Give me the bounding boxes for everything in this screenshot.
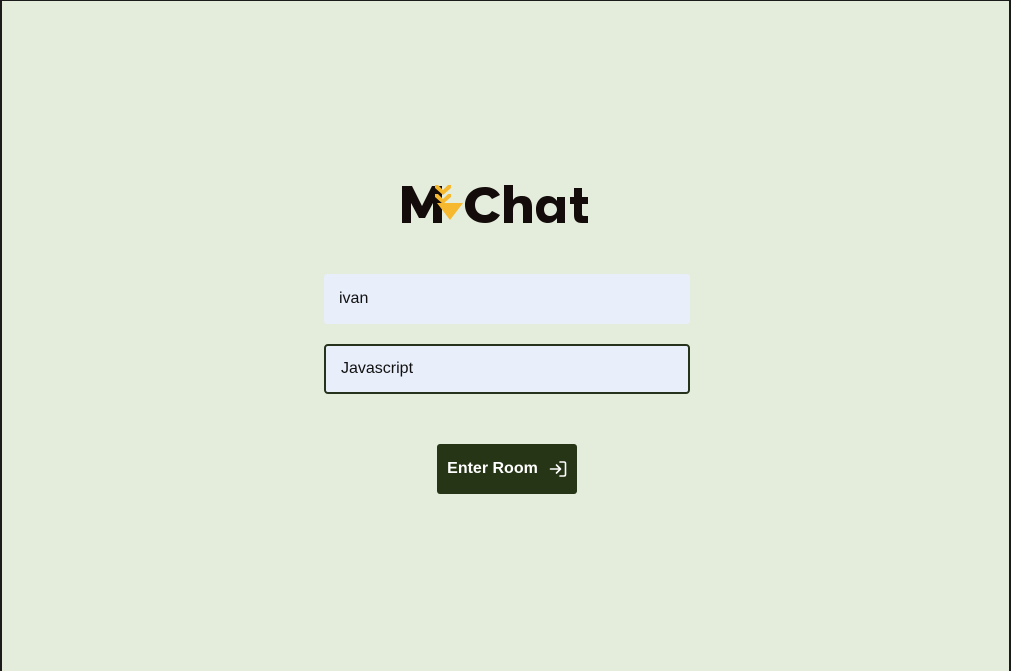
enter-room-button[interactable]: Enter Room [437, 444, 577, 494]
room-input[interactable] [324, 344, 690, 394]
app-frame: MyChat Enter Room [0, 0, 1011, 671]
app-logo: MyChat [401, 181, 611, 227]
enter-room-label: Enter Room [447, 460, 538, 477]
logo-image [402, 185, 588, 223]
sign-in-icon [549, 460, 567, 478]
username-input[interactable] [324, 274, 690, 324]
